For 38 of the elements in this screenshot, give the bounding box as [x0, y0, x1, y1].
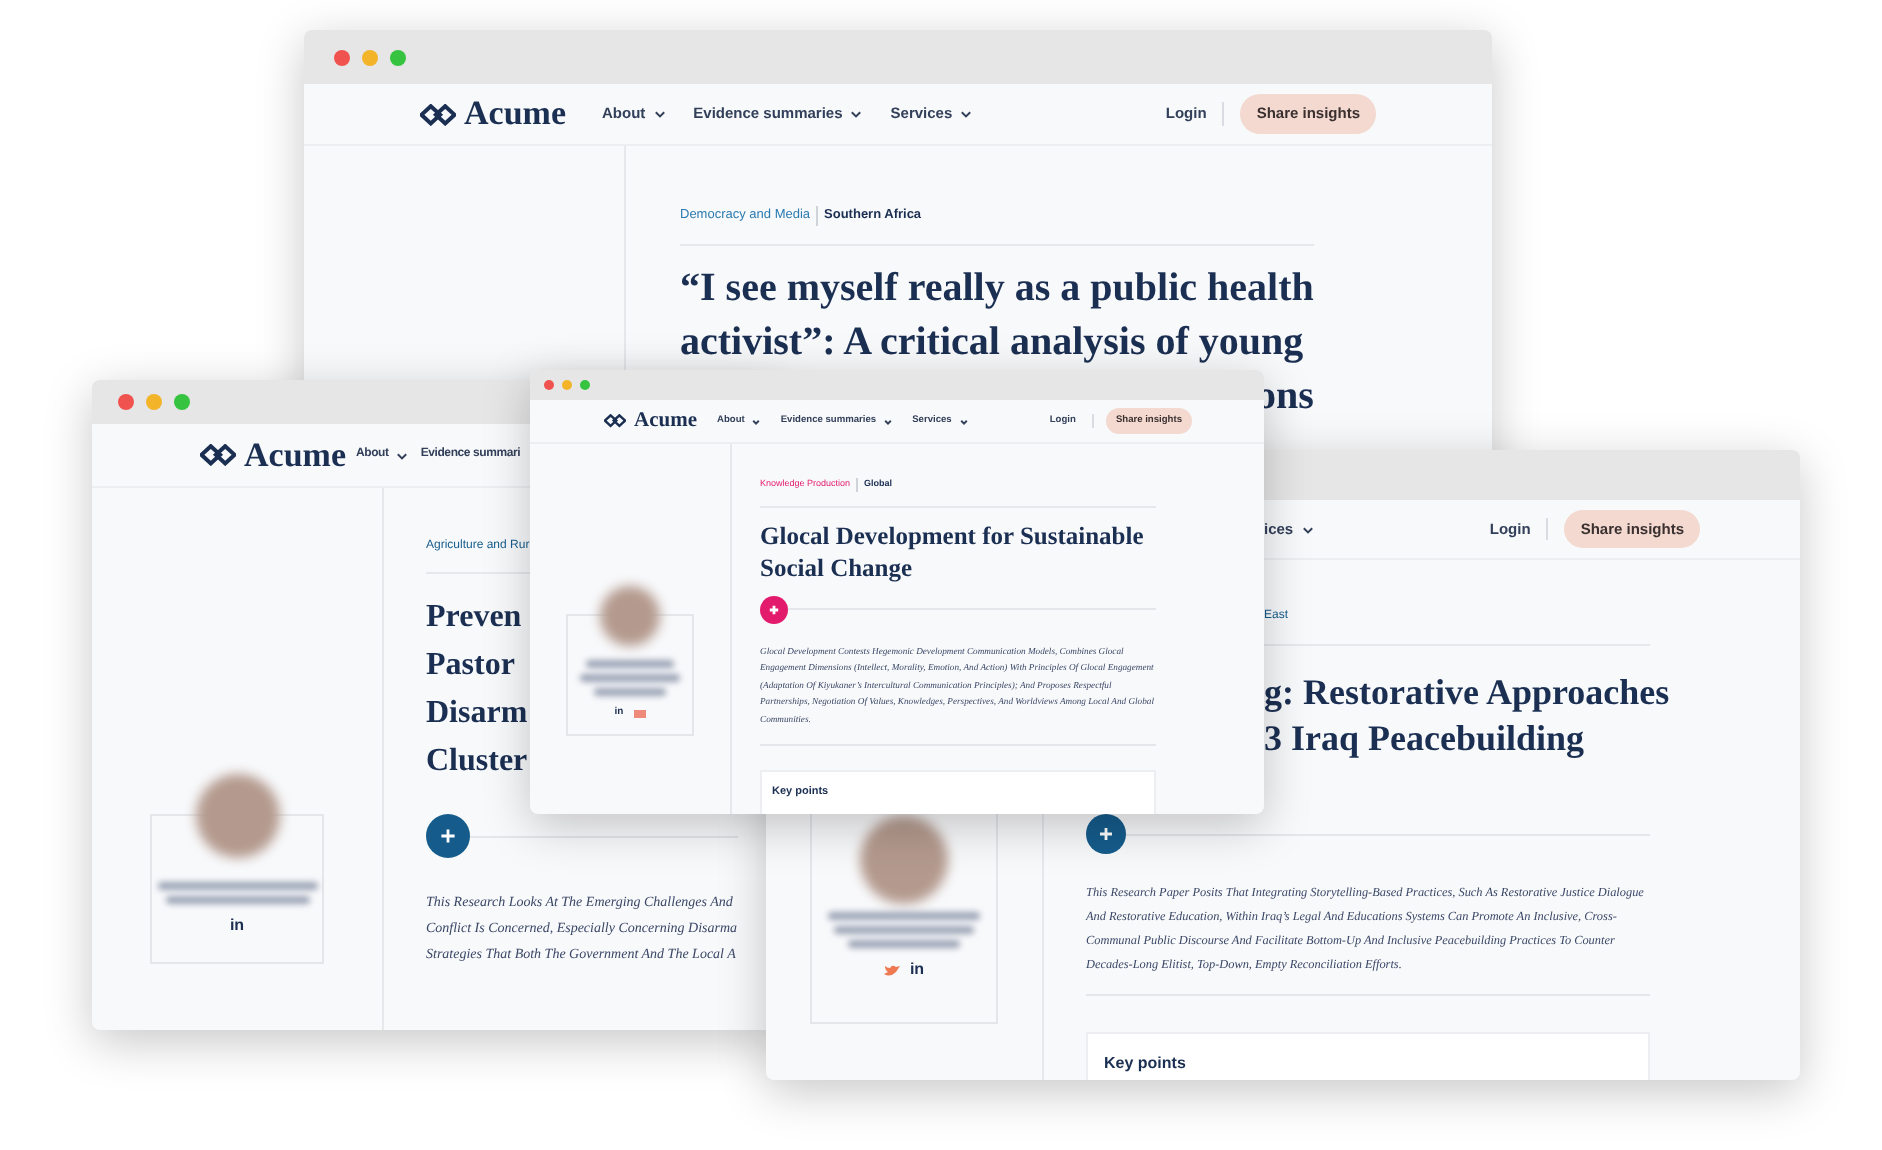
logo[interactable]: Acume	[604, 405, 697, 437]
chevron-icon	[850, 108, 863, 120]
chevron-icon	[1301, 523, 1314, 535]
article-title: Cluster	[426, 742, 528, 782]
article-title: Glocal Development for Sustainable	[760, 519, 1144, 552]
article-title: “I see myself really as a public health	[680, 263, 1314, 314]
chevron-icon	[884, 417, 893, 425]
chevron-icon	[959, 417, 968, 425]
article-title: Disarm	[426, 694, 528, 734]
logo-icon	[604, 414, 626, 428]
logo[interactable]: Acume	[200, 429, 346, 481]
avatar-placeholder	[600, 586, 660, 646]
logo-icon	[200, 444, 236, 466]
social-link[interactable]: in	[229, 914, 245, 938]
article-title: Social Change	[760, 551, 913, 584]
chevron-icon	[960, 108, 973, 120]
article-title: 3 Iraq Peacebuilding	[1264, 716, 1585, 762]
article-title: Preven	[426, 598, 522, 638]
blurred-text	[594, 688, 666, 696]
article-title: g: Restorative Approaches	[1264, 670, 1670, 716]
blurred-text	[165, 896, 309, 904]
article-title: activist”: A critical analysis of young	[680, 317, 1304, 368]
key-points-heading: Key points	[1086, 1032, 1650, 1080]
bird-icon	[883, 963, 900, 977]
blurred-text	[586, 660, 674, 668]
logo-icon	[420, 103, 456, 125]
envelope-icon	[633, 709, 646, 718]
blurred-text	[848, 940, 960, 948]
chevron-icon	[396, 449, 409, 461]
chevron-icon	[653, 108, 666, 120]
avatar-placeholder	[860, 816, 948, 904]
chevron-icon	[752, 417, 761, 425]
blurred-text	[580, 674, 680, 682]
logo[interactable]: Acume	[420, 88, 566, 140]
social-link[interactable]: in	[909, 958, 925, 982]
blurred-text	[834, 926, 974, 934]
avatar-placeholder	[195, 774, 279, 858]
article-title: Pastor	[426, 646, 515, 686]
